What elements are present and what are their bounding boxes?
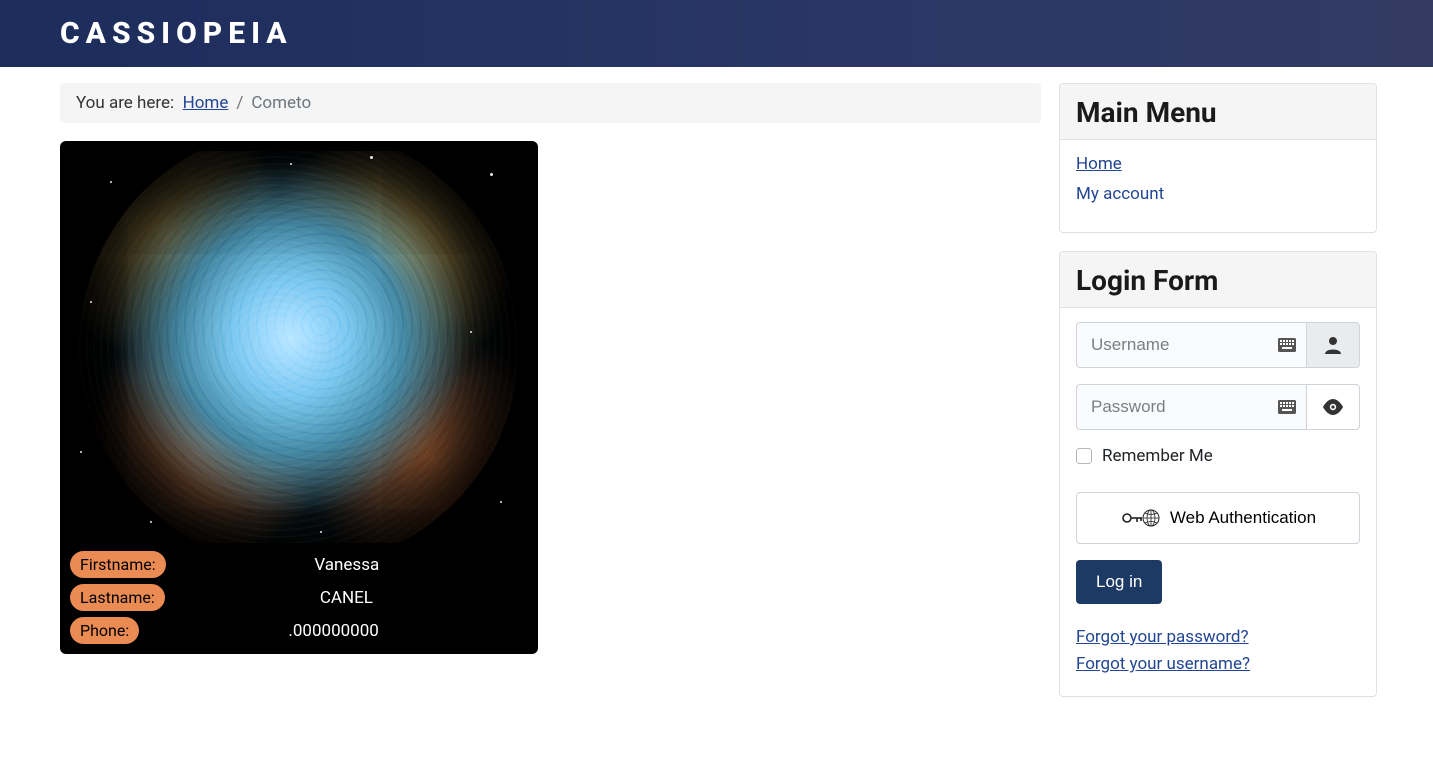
menu-link-home[interactable]: Home	[1076, 154, 1122, 174]
info-row-lastname: Lastname: CANEL	[70, 584, 528, 611]
info-row-phone: Phone: .000000000	[70, 617, 528, 644]
breadcrumb-link-home[interactable]: Home	[183, 93, 229, 113]
site-header: CASSIOPEIA	[0, 0, 1433, 67]
toggle-password-button[interactable]	[1306, 384, 1360, 430]
value-lastname: CANEL	[165, 588, 528, 608]
badge-firstname: Firstname:	[70, 551, 166, 578]
web-authentication-button[interactable]: Web Authentication	[1076, 492, 1360, 544]
badge-lastname: Lastname:	[70, 584, 165, 611]
breadcrumb-separator: /	[236, 93, 243, 113]
main-content: You are here: Home / Cometo	[60, 83, 1041, 654]
forgot-username-link[interactable]: Forgot your username?	[1076, 651, 1360, 678]
username-addon-button[interactable]	[1306, 322, 1360, 368]
remember-me-row[interactable]: Remember Me	[1076, 446, 1360, 466]
badge-phone: Phone:	[70, 617, 139, 644]
password-group	[1076, 384, 1360, 430]
card-image	[70, 151, 528, 543]
main-menu-title: Main Menu	[1076, 96, 1360, 129]
username-input[interactable]	[1076, 322, 1306, 368]
webauthn-icon	[1120, 507, 1160, 529]
breadcrumb: You are here: Home / Cometo	[60, 83, 1041, 123]
eye-icon	[1322, 399, 1344, 415]
info-row-firstname: Firstname: Vanessa	[70, 551, 528, 578]
module-login-form: Login Form	[1059, 251, 1377, 697]
username-group	[1076, 322, 1360, 368]
site-logo[interactable]: CASSIOPEIA	[60, 16, 293, 51]
menu-link-my-account[interactable]: My account	[1076, 184, 1164, 204]
login-button[interactable]: Log in	[1076, 560, 1162, 604]
breadcrumb-current: Cometo	[251, 93, 311, 113]
sidebar: Main Menu Home My account Login Form	[1059, 83, 1377, 715]
password-input[interactable]	[1076, 384, 1306, 430]
breadcrumb-prefix: You are here:	[76, 93, 174, 113]
remember-me-label: Remember Me	[1102, 446, 1213, 466]
forgot-password-link[interactable]: Forgot your password?	[1076, 624, 1360, 651]
remember-me-checkbox[interactable]	[1076, 448, 1092, 464]
content-card: Firstname: Vanessa Lastname: CANEL Phone…	[60, 141, 538, 654]
value-firstname: Vanessa	[166, 555, 528, 575]
login-form-title: Login Form	[1076, 264, 1360, 297]
value-phone: .000000000	[139, 621, 528, 641]
web-authentication-label: Web Authentication	[1170, 508, 1316, 528]
module-main-menu: Main Menu Home My account	[1059, 83, 1377, 233]
user-icon	[1325, 336, 1341, 354]
